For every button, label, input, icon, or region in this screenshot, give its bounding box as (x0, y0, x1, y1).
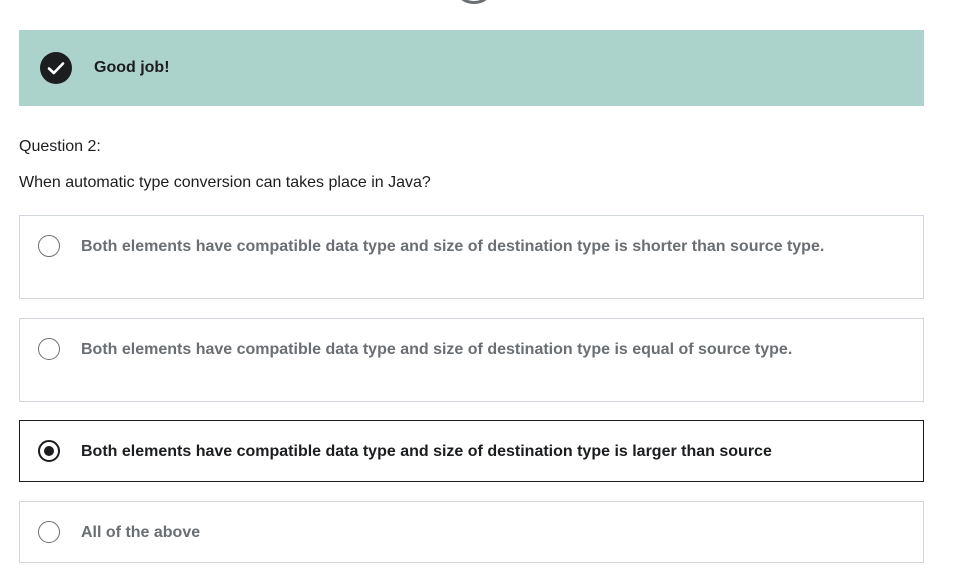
answer-option-4[interactable]: All of the above (19, 501, 924, 563)
radio-button-icon[interactable] (38, 521, 60, 543)
answer-option-label: All of the above (81, 524, 201, 541)
answer-option-label: Both elements have compatible data type … (81, 443, 772, 460)
check-circle-icon (40, 52, 72, 84)
result-banner: Good job! (19, 30, 924, 106)
answer-option-3[interactable]: Both elements have compatible data type … (19, 420, 924, 482)
answer-option-label: Both elements have compatible data type … (81, 238, 825, 255)
radio-button-icon[interactable] (38, 338, 60, 360)
answer-option-1[interactable]: Both elements have compatible data type … (19, 215, 924, 299)
radio-button-icon[interactable] (38, 235, 60, 257)
answer-option-label: Both elements have compatible data type … (81, 341, 793, 358)
result-message: Good job! (94, 59, 170, 76)
answer-option-2[interactable]: Both elements have compatible data type … (19, 318, 924, 402)
radio-button-selected-icon[interactable] (38, 440, 60, 462)
quiz-review-page: Good job! Question 2: When automatic typ… (0, 0, 958, 574)
progress-ring-icon (452, 0, 496, 4)
radio-dot (44, 446, 54, 456)
question-number: Question 2: (19, 138, 101, 155)
question-text: When automatic type conversion can takes… (19, 174, 431, 191)
